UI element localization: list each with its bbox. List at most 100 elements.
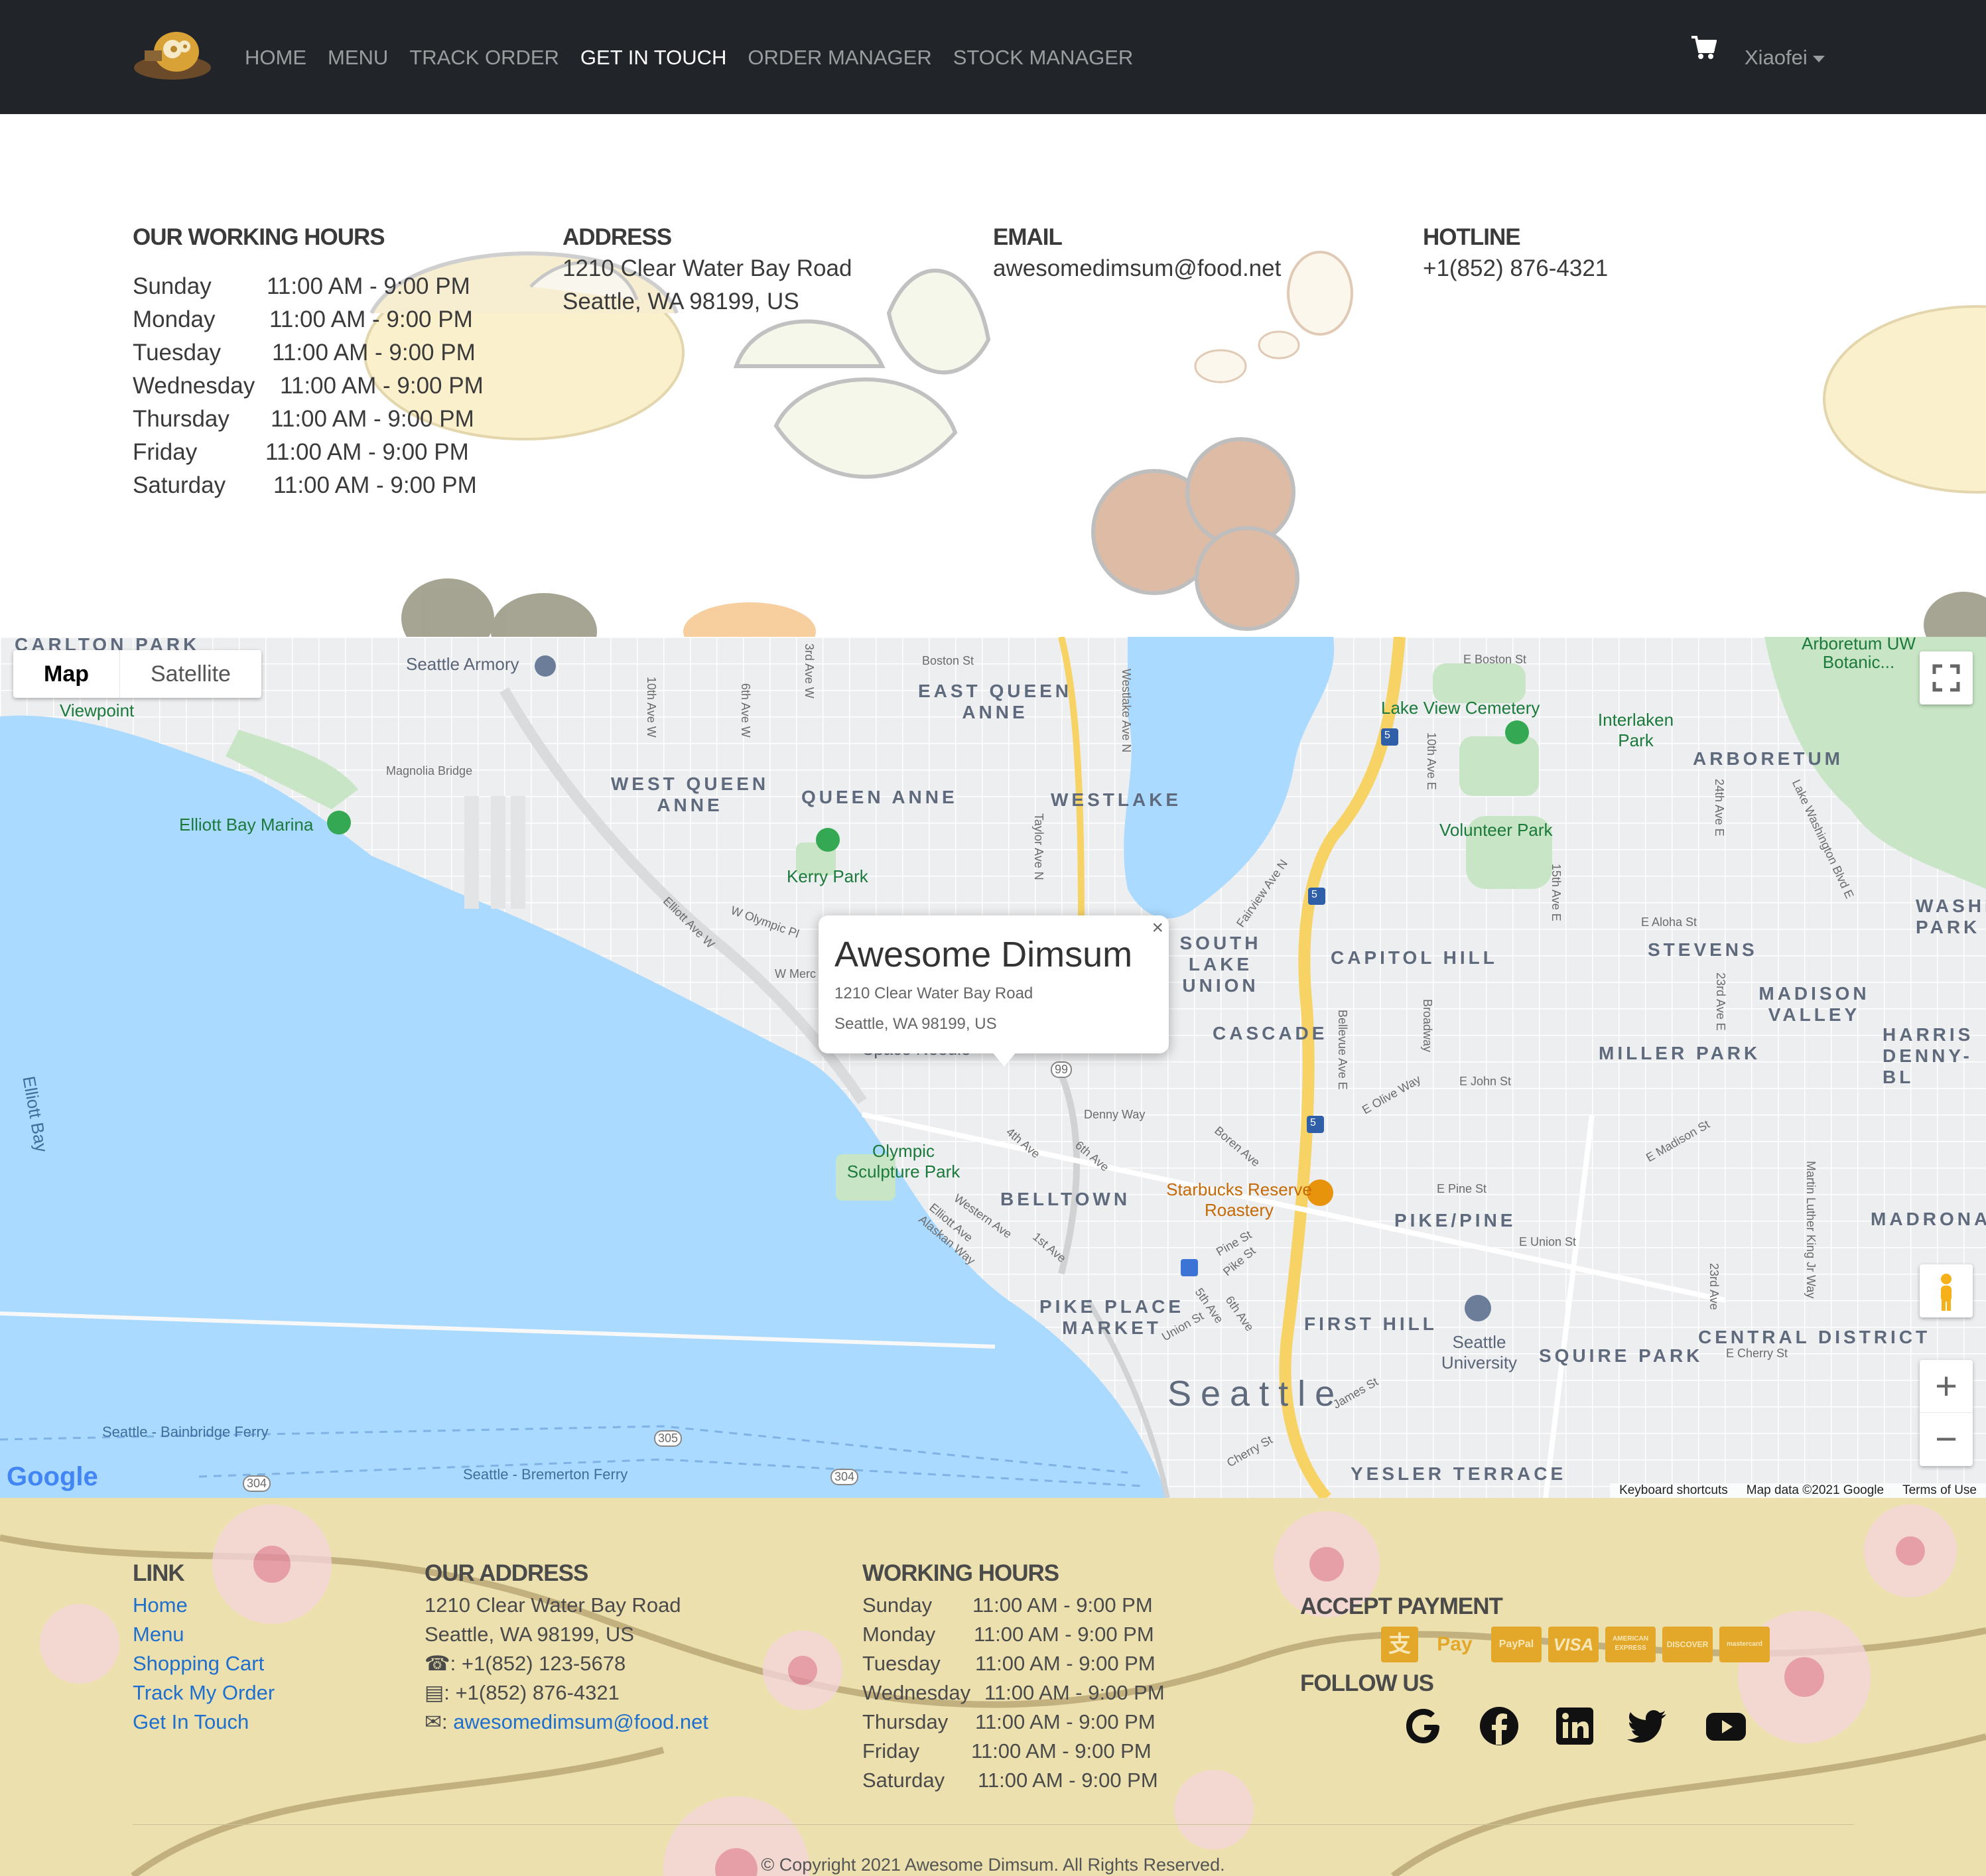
user-dropdown[interactable]: Xiaofei	[1745, 41, 1825, 74]
map-label: CAPITOL HILL	[1331, 947, 1498, 968]
phone-icon: ☎	[425, 1652, 450, 1675]
twitter-icon[interactable]	[1626, 1705, 1669, 1747]
apple-pay-icon: Pay	[1437, 1633, 1473, 1655]
mastercard-icon: mastercard	[1719, 1627, 1770, 1662]
map-attribution: Keyboard shortcuts Map data ©2021 Google…	[1610, 1483, 1986, 1498]
map-ferry: Seattle - Bainbridge Ferry	[102, 1424, 269, 1440]
highway-shield: 5	[1384, 730, 1390, 741]
footer-hours-row: Saturday 11:00 AM - 9:00 PM	[862, 1769, 1158, 1792]
follow-us-title: FOLLOW US	[1300, 1670, 1434, 1696]
map-street: Broadway	[1421, 999, 1434, 1053]
footer-hours-row: Friday 11:00 AM - 9:00 PM	[862, 1739, 1152, 1763]
map-type-satellite-button[interactable]: Satellite	[120, 650, 261, 698]
nav-menu[interactable]: MENU	[328, 41, 388, 74]
footer-hours-row: Wednesday 11:00 AM - 9:00 PM	[862, 1681, 1165, 1704]
google-logo[interactable]: Google	[7, 1462, 98, 1492]
highway-shield: 304	[243, 1475, 271, 1492]
map-street: Bellevue Ave E	[1336, 1010, 1349, 1090]
map-place: Seattle University	[1441, 1332, 1518, 1373]
footer-link-menu[interactable]: Menu	[133, 1623, 184, 1646]
highway-shield: 5	[1311, 889, 1317, 900]
footer-link-home[interactable]: Home	[133, 1593, 188, 1617]
map-label: FIRST HILL	[1304, 1313, 1437, 1334]
nav-links: HOME MENU TRACK ORDER GET IN TOUCH ORDER…	[245, 41, 1154, 74]
highway-shield: 304	[830, 1469, 859, 1485]
map-type-control: Map Satellite	[13, 650, 261, 698]
map-label: CASCADE	[1213, 1023, 1328, 1043]
map-street: Magnolia Bridge	[386, 764, 473, 777]
hours-row: Saturday 11:00 AM - 9:00 PM	[133, 472, 477, 498]
google-icon[interactable]	[1402, 1705, 1445, 1747]
map-place: Volunteer Park	[1439, 820, 1553, 840]
contact-section: OUR WORKING HOURS Sunday 11:00 AM - 9:00 …	[0, 114, 1986, 637]
hours-row: Thursday 11:00 AM - 9:00 PM	[133, 406, 474, 432]
chevron-down-icon	[1812, 55, 1825, 62]
map-street: Denny Way	[1084, 1108, 1146, 1121]
map-label: QUEEN ANNE	[801, 787, 958, 807]
linkedin-icon[interactable]	[1554, 1705, 1596, 1747]
footer-hours-title: WORKING HOURS	[862, 1560, 1059, 1586]
map-label: PIKE/PINE	[1394, 1210, 1516, 1231]
info-window: Awesome Dimsum 1210 Clear Water Bay Road…	[819, 915, 1169, 1067]
highway-shield: 305	[654, 1430, 683, 1447]
map-label: ARBORETUM	[1693, 748, 1843, 769]
keyboard-shortcuts-link[interactable]: Keyboard shortcuts	[1610, 1483, 1737, 1498]
info-window-line2: Seattle, WA 98199, US	[834, 1015, 997, 1033]
terms-of-use-link[interactable]: Terms of Use	[1893, 1483, 1986, 1498]
map-street: E Boston St	[1463, 653, 1527, 666]
logo-icon[interactable]	[133, 28, 212, 85]
map-street: 10th Ave W	[645, 677, 658, 738]
map-place: Olympic Sculpture Park	[846, 1141, 960, 1181]
working-hours-title: OUR WORKING HOURS	[133, 224, 385, 250]
fullscreen-button[interactable]	[1920, 651, 1973, 704]
nav-track-order[interactable]: TRACK ORDER	[409, 41, 559, 74]
facebook-icon[interactable]	[1478, 1705, 1520, 1747]
footer-address-title: OUR ADDRESS	[425, 1560, 588, 1586]
map-place: Seattle Armory	[406, 654, 519, 674]
fax-icon: ▤	[425, 1681, 444, 1704]
map-street: 15th Ave E	[1550, 864, 1563, 921]
pegman-icon	[1941, 1274, 1952, 1311]
map-label: STEVENS	[1648, 939, 1758, 960]
close-icon[interactable]: ×	[1152, 917, 1163, 939]
footer-link-track-order[interactable]: Track My Order	[133, 1681, 275, 1705]
footer-hours-row: Tuesday 11:00 AM - 9:00 PM	[862, 1652, 1156, 1675]
shopping-cart-icon[interactable]	[1690, 32, 1717, 61]
envelope-icon: ✉	[425, 1710, 442, 1733]
map-label: SOUTH LAKE UNION	[1179, 933, 1262, 996]
map-label: WEST QUEEN ANNE	[610, 773, 769, 815]
map-street: Taylor Ave N	[1032, 813, 1045, 880]
street-view-pegman[interactable]	[1920, 1264, 1973, 1317]
zoom-in-button[interactable]: +	[1920, 1360, 1973, 1413]
map-street: 23rd Ave E	[1714, 972, 1727, 1031]
accept-payment-title: ACCEPT PAYMENT	[1300, 1593, 1503, 1619]
map-street: 6th Ave W	[739, 683, 752, 738]
nav-home[interactable]: HOME	[245, 41, 306, 74]
map-place: Kerry Park	[787, 866, 868, 886]
map-tiles	[0, 637, 1986, 1498]
youtube-icon[interactable]	[1705, 1705, 1747, 1747]
zoom-out-button[interactable]: −	[1920, 1413, 1973, 1466]
footer-link-shopping-cart[interactable]: Shopping Cart	[133, 1652, 264, 1676]
footer-link-title: LINK	[133, 1560, 185, 1586]
footer-address-line2: Seattle, WA 98199, US	[425, 1623, 634, 1646]
map-label: CENTRAL DISTRICT	[1698, 1327, 1931, 1347]
email-title: EMAIL	[993, 224, 1063, 250]
footer-hours-row: Sunday 11:00 AM - 9:00 PM	[862, 1593, 1153, 1617]
google-map[interactable]: CARLTON PARK EAST QUEEN ANNE WEST QUEEN …	[0, 637, 1986, 1498]
footer-link-get-in-touch[interactable]: Get In Touch	[133, 1710, 249, 1734]
footer-hours-row: Thursday 11:00 AM - 9:00 PM	[862, 1710, 1156, 1733]
map-label-seattle: Seattle	[1167, 1374, 1345, 1414]
nav-get-in-touch[interactable]: GET IN TOUCH	[580, 41, 726, 74]
info-window-title: Awesome Dimsum	[834, 935, 1133, 974]
map-type-map-button[interactable]: Map	[13, 650, 120, 698]
nav-order-manager[interactable]: ORDER MANAGER	[748, 41, 931, 74]
footer-phone: ☎: +1(852) 123-5678	[425, 1652, 626, 1675]
map-street: 24th Ave E	[1713, 779, 1726, 837]
navbar: HOME MENU TRACK ORDER GET IN TOUCH ORDER…	[0, 0, 1986, 114]
footer-email-link[interactable]: awesomedimsum@food.net	[453, 1710, 708, 1733]
map-place: Arboretum UW Botanic...	[1802, 637, 1916, 672]
nav-stock-manager[interactable]: STOCK MANAGER	[953, 41, 1134, 74]
zoom-control: + −	[1920, 1360, 1973, 1466]
map-label: EAST QUEEN ANNE	[917, 681, 1073, 722]
